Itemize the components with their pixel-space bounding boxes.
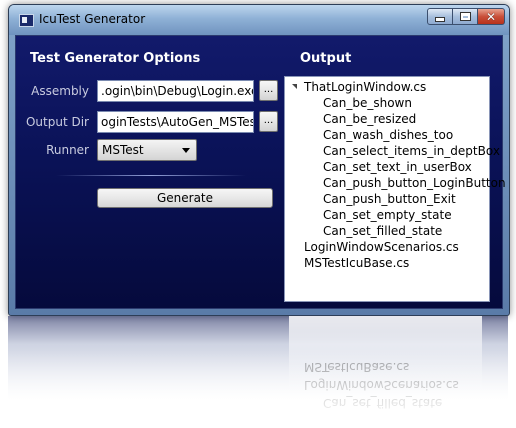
tree-item-root[interactable]: ThatLoginWindow.cs <box>304 79 426 95</box>
maximize-icon <box>459 12 471 21</box>
runner-label: Runner <box>46 143 89 157</box>
tree-item[interactable]: Can_set_filled_state <box>323 223 442 239</box>
separator <box>56 175 246 176</box>
minimize-icon <box>435 17 445 22</box>
expander-icon[interactable] <box>292 84 297 89</box>
tree-item[interactable]: Can_set_text_in_userBox <box>323 159 472 175</box>
generate-button[interactable]: Generate <box>97 188 273 208</box>
assembly-label: Assembly <box>31 84 89 98</box>
output-dir-label: Output Dir <box>25 115 89 129</box>
output-dir-input[interactable]: oginTests\AutoGen_MSTest <box>97 111 254 133</box>
assembly-input[interactable]: .ogin\bin\Debug\Login.exe <box>97 80 254 102</box>
maximize-button[interactable] <box>452 8 478 25</box>
chevron-down-icon <box>182 148 190 153</box>
tree-item[interactable]: Can_wash_dishes_too <box>323 127 453 143</box>
minimize-button[interactable] <box>427 8 453 25</box>
runner-dropdown[interactable]: MSTest <box>97 139 197 161</box>
output-dir-browse-button[interactable]: ... <box>259 111 278 132</box>
tree-item[interactable]: Can_select_items_in_deptBox <box>323 143 500 159</box>
close-button[interactable]: ✕ <box>477 8 505 25</box>
client-area: Test Generator Options Assembly .ogin\bi… <box>15 35 506 309</box>
main-window: IcuTest Generator ✕ Test Generator Optio… <box>8 4 510 316</box>
tree-item[interactable]: Can_set_empty_state <box>323 207 452 223</box>
assembly-browse-button[interactable]: ... <box>259 80 278 101</box>
tree-item[interactable]: Can_push_button_Exit <box>323 191 456 207</box>
tree-item-file[interactable]: LoginWindowScenarios.cs <box>304 239 459 255</box>
output-heading: Output <box>300 51 352 66</box>
output-tree[interactable]: ThatLoginWindow.cs Can_be_shown Can_be_r… <box>284 76 506 302</box>
tree-item-file[interactable]: MSTestIcuBase.cs <box>304 255 409 271</box>
reflection-fade <box>8 316 508 428</box>
window-title: IcuTest Generator <box>39 12 146 26</box>
tree-item[interactable]: Can_push_button_LoginButton <box>323 175 506 191</box>
app-icon <box>19 14 34 27</box>
close-icon: ✕ <box>485 9 497 24</box>
title-bar[interactable]: IcuTest Generator ✕ <box>9 5 509 35</box>
options-heading: Test Generator Options <box>30 51 201 66</box>
tree-item[interactable]: Can_be_shown <box>323 95 412 111</box>
window-reflection: MSTestIcuBase.cs LoginWindowScenarios.cs… <box>8 316 508 428</box>
tree-item[interactable]: Can_be_resized <box>323 111 416 127</box>
runner-selected-value: MSTest <box>102 143 144 157</box>
